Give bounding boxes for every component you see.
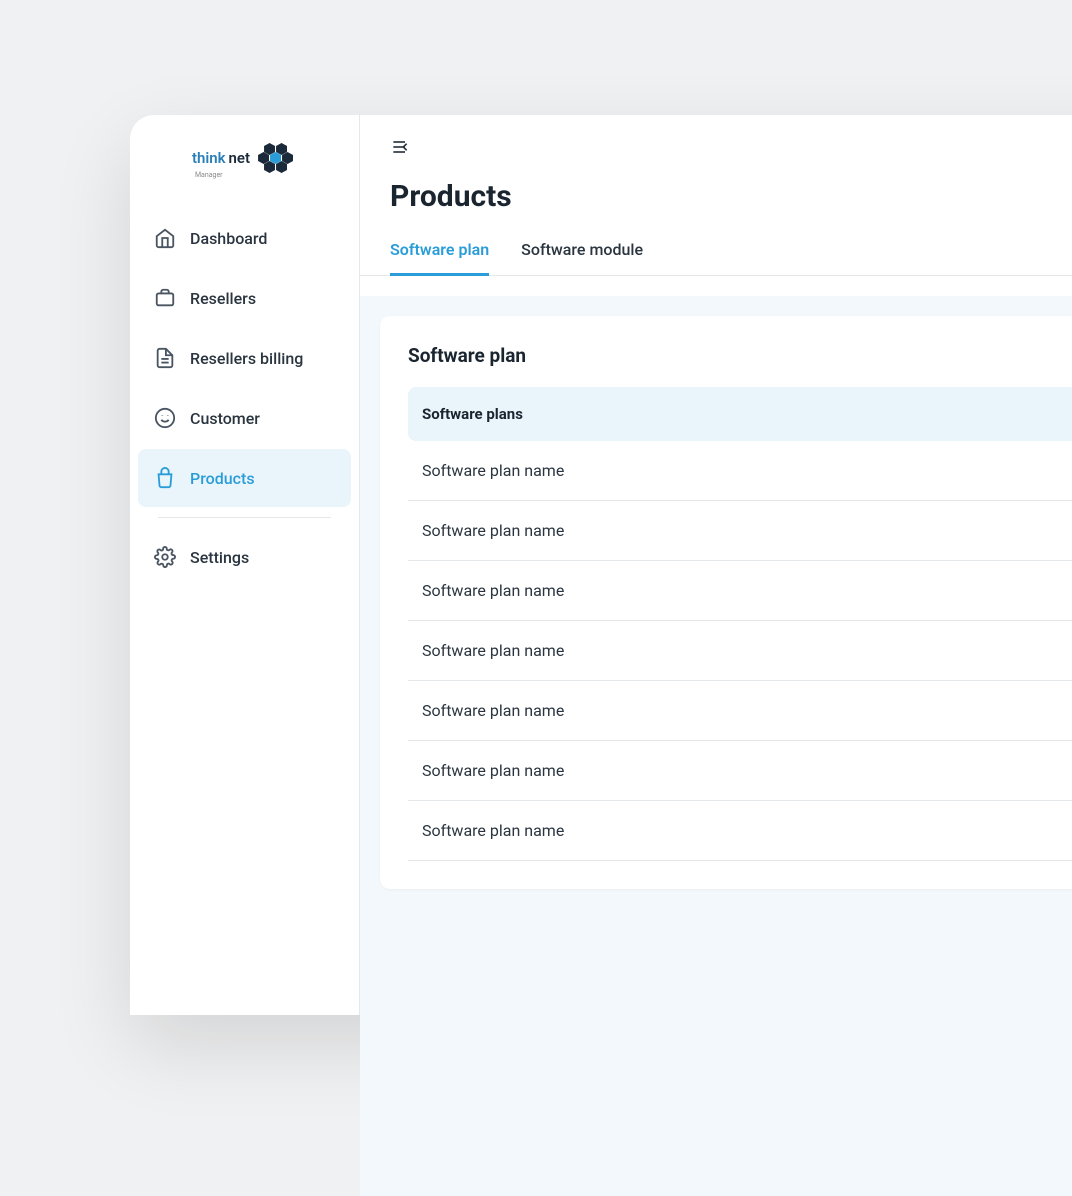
cell-date: 04.11.2012	[903, 741, 1072, 801]
sidebar-item-label: Dashboard	[190, 229, 267, 248]
sidebar-item-products[interactable]: Products	[138, 449, 351, 507]
card-title: Software plan	[408, 344, 526, 367]
sidebar: think net Manager	[130, 115, 360, 1015]
topbar	[360, 115, 1072, 179]
smile-icon	[154, 407, 176, 429]
card-header: Software plan	[408, 344, 1072, 367]
cell-date: 07.11.2019	[903, 621, 1072, 681]
table-header-date[interactable]: Creation date	[903, 387, 1072, 441]
table-row[interactable]: Software plan name 07.11.2019	[408, 801, 1072, 861]
file-icon	[154, 347, 176, 369]
logo-hex-icon	[255, 143, 297, 173]
tab-software-module[interactable]: Software module	[521, 232, 643, 276]
cell-name: Software plan name	[408, 621, 903, 681]
content-area: Software plan Software plans Creation da…	[360, 296, 1072, 1196]
logo-text-think: think	[192, 149, 226, 167]
table-row[interactable]: Software plan name 05.07.2015	[408, 501, 1072, 561]
table-row[interactable]: Software plan name 07.11.2019	[408, 441, 1072, 501]
table-header-row: Software plans Creation date	[408, 387, 1072, 441]
briefcase-icon	[154, 287, 176, 309]
software-plans-table: Software plans Creation date Software pl…	[408, 387, 1072, 861]
tab-label: Software module	[521, 240, 643, 259]
cell-name: Software plan name	[408, 441, 903, 501]
page-header: Products Software plan Software module	[360, 179, 1072, 296]
sidebar-item-label: Settings	[190, 548, 249, 567]
page-title: Products	[390, 179, 1072, 214]
table-row[interactable]: Software plan name 05.07.2015	[408, 681, 1072, 741]
main-content: Products Software plan Software module S…	[360, 115, 1072, 1015]
sidebar-item-label: Resellers	[190, 289, 256, 308]
sidebar-item-customer[interactable]: Customer	[138, 389, 351, 447]
cell-date: 07.11.2019	[903, 801, 1072, 861]
cell-name: Software plan name	[408, 501, 903, 561]
tab-label: Software plan	[390, 240, 489, 259]
gear-icon	[154, 546, 176, 568]
bag-icon	[154, 467, 176, 489]
card: Software plan Software plans Creation da…	[380, 316, 1072, 889]
table-row[interactable]: Software plan name 04.11.2012	[408, 741, 1072, 801]
cell-name: Software plan name	[408, 741, 903, 801]
app-window: think net Manager	[130, 115, 1072, 1015]
tabs: Software plan Software module	[360, 232, 1072, 276]
logo-text-net: net	[229, 149, 251, 167]
cell-date: 05.07.2015	[903, 501, 1072, 561]
nav-list: Dashboard Resellers Resellers billing Cu…	[130, 209, 359, 586]
cell-date: 05.07.2015	[903, 681, 1072, 741]
table-row[interactable]: Software plan name 04.11.2012	[408, 561, 1072, 621]
cell-name: Software plan name	[408, 681, 903, 741]
cell-date: 04.11.2012	[903, 561, 1072, 621]
logo: think net Manager	[130, 135, 359, 209]
table-row[interactable]: Software plan name 07.11.2019	[408, 621, 1072, 681]
cell-name: Software plan name	[408, 561, 903, 621]
sidebar-item-label: Resellers billing	[190, 349, 303, 368]
table-body: Software plan name 07.11.2019 Software p…	[408, 441, 1072, 861]
nav-divider	[158, 517, 331, 518]
sidebar-item-label: Products	[190, 469, 255, 488]
home-icon	[154, 227, 176, 249]
sidebar-item-resellers[interactable]: Resellers	[138, 269, 351, 327]
sidebar-item-settings[interactable]: Settings	[138, 528, 351, 586]
sidebar-item-resellers-billing[interactable]: Resellers billing	[138, 329, 351, 387]
collapse-sidebar-icon[interactable]	[390, 137, 410, 157]
table-header-name[interactable]: Software plans	[408, 387, 903, 441]
tab-software-plan[interactable]: Software plan	[390, 232, 489, 276]
sidebar-item-label: Customer	[190, 409, 260, 428]
cell-date: 07.11.2019	[903, 441, 1072, 501]
cell-name: Software plan name	[408, 801, 903, 861]
sidebar-item-dashboard[interactable]: Dashboard	[138, 209, 351, 267]
